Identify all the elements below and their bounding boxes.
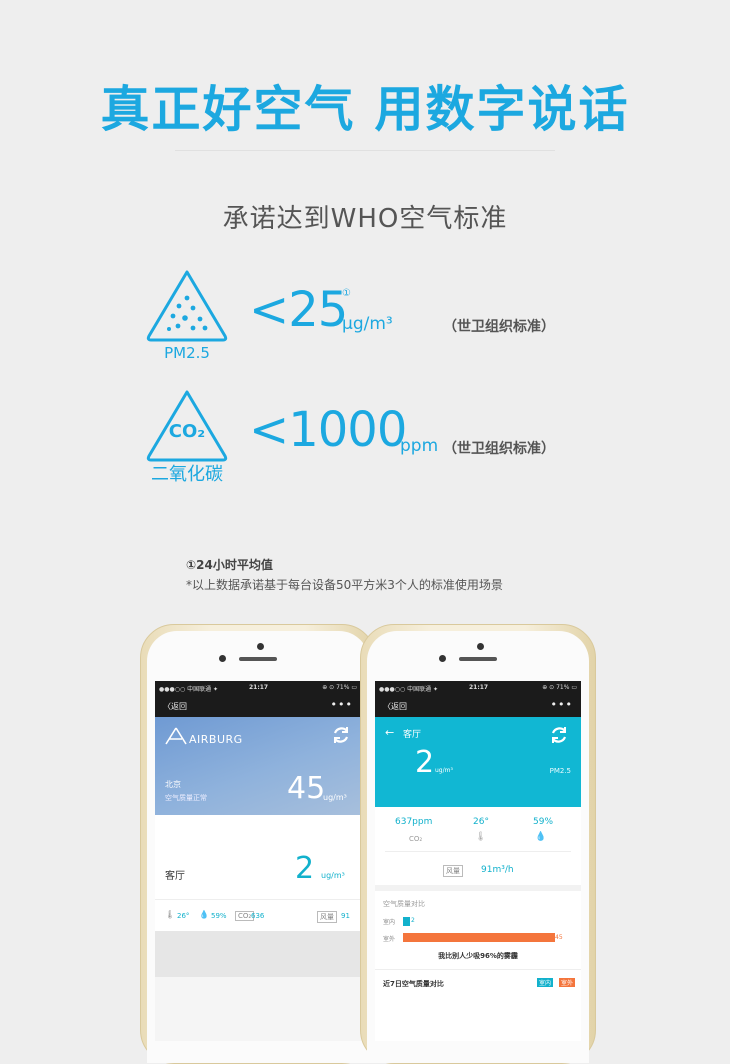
back-button[interactable]: 〈返回: [383, 701, 407, 712]
empty-panel: [155, 931, 361, 977]
thermometer-icon: 🌡: [475, 832, 487, 842]
page-subtitle: 承诺达到WHO空气标准: [222, 204, 508, 234]
wind-badge: 风量: [317, 911, 337, 923]
room-pm-value: 2: [295, 851, 315, 886]
outdoor-pm-value: 45: [287, 771, 326, 806]
week-tag-outdoor[interactable]: 室外: [559, 978, 576, 987]
refresh-icon[interactable]: [549, 725, 569, 745]
co2-caption: CO₂: [409, 835, 423, 843]
room-pm-unit: ug/m³: [435, 767, 453, 774]
front-camera: [477, 643, 484, 650]
pm25-unit: μg/m³: [342, 314, 393, 334]
week-tag-indoor[interactable]: 室内: [537, 978, 554, 987]
phone-left: ●●●○○ 中国联通 ✦ 21:17 ⊕ ⊙ 71% ▭ 〈返回 ••• AIR…: [140, 624, 376, 1064]
room-pm-unit: ug/m³: [321, 871, 345, 880]
pm25-note: （世卫组织标准）: [443, 319, 555, 335]
co2-reading: 637ppm: [395, 817, 433, 827]
back-button[interactable]: 〈返回: [163, 701, 187, 712]
wind-reading: 91m³/h: [481, 865, 514, 875]
outdoor-label: 室外: [383, 936, 396, 943]
sensor-dot: [219, 655, 226, 662]
room-hero: ← 客厅 2 ug/m³ PM2.5: [375, 717, 581, 807]
page-title: 真正好空气 用数字说话: [100, 81, 630, 138]
co2-standard-row: CO₂ 二氧化碳 <1000 ppm （世卫组织标准）: [145, 388, 605, 498]
city-status: 空气质量正常: [165, 794, 207, 802]
humidity-icon: 💧: [535, 832, 547, 842]
pm25-value: <25: [249, 282, 348, 338]
earpiece: [459, 657, 497, 661]
status-carrier: ●●●○○ 中国联通 ✦: [379, 686, 439, 693]
arrow-left-icon[interactable]: ←: [385, 726, 394, 739]
sensor-dot: [439, 655, 446, 662]
humidity-icon: 💧: [199, 910, 209, 919]
status-battery: ⊕ ⊙ 71% ▭: [542, 684, 577, 691]
pm25-triangle-icon: [146, 270, 228, 342]
temp-reading: 26°: [473, 817, 489, 827]
phone-right: ●●●○○ 中国联通 ✦ 21:17 ⊕ ⊙ 71% ▭ 〈返回 ••• ← 客…: [360, 624, 596, 1064]
divider: [385, 851, 571, 852]
room-name: 客厅: [165, 871, 185, 882]
outdoor-value: 45: [555, 934, 563, 941]
refresh-icon[interactable]: [331, 725, 351, 745]
divider: [375, 969, 581, 970]
room-card[interactable]: 客厅 2 ug/m³ 🌡 26° 💧 59% CO₂ 636 风量 91: [155, 815, 361, 931]
co2-label: 二氧化碳: [151, 464, 223, 485]
city-name: 北京: [165, 780, 181, 789]
compare-summary: 我比别人少吸96%的雾霾: [438, 952, 518, 960]
nav-bar: 〈返回 •••: [375, 695, 581, 717]
section-gap: [375, 885, 581, 891]
screen-right: ●●●○○ 中国联通 ✦ 21:17 ⊕ ⊙ 71% ▭ 〈返回 ••• ← 客…: [375, 681, 581, 1041]
co2-note: （世卫组织标准）: [443, 441, 555, 457]
pm25-label: PM2.5: [164, 344, 210, 362]
room-pm-value: 2: [415, 745, 435, 780]
more-menu-button[interactable]: •••: [331, 698, 353, 711]
footnote-average: ①24小时平均值: [186, 558, 273, 572]
detail-sheet: 637ppm 26° 59% CO₂ 🌡 💧 风量 91m³/h 空气质量对比 …: [375, 807, 581, 1041]
divider: [175, 150, 555, 151]
nav-bar: 〈返回 •••: [155, 695, 361, 717]
outdoor-bar: [403, 933, 555, 942]
airburg-logo-icon: [165, 727, 187, 745]
outdoor-pm-unit: ug/m³: [323, 793, 347, 802]
room-title: 客厅: [403, 730, 422, 740]
humidity-reading: 59%: [533, 817, 554, 827]
co2-unit: ppm: [400, 436, 439, 456]
room-humidity: 59%: [211, 912, 227, 920]
room-co2: 636: [251, 912, 265, 920]
indoor-value: 2: [411, 917, 415, 924]
status-time: 21:17: [469, 684, 489, 691]
brand-name: AIRBURG: [189, 733, 243, 746]
earpiece: [239, 657, 277, 661]
co2-icon-text: CO₂: [168, 421, 206, 442]
status-carrier: ●●●○○ 中国联通 ✦: [159, 686, 219, 693]
status-time: 21:17: [249, 684, 269, 691]
screen-left: ●●●○○ 中国联通 ✦ 21:17 ⊕ ⊙ 71% ▭ 〈返回 ••• AIR…: [155, 681, 361, 1041]
footnote-scenario: *以上数据承诺基于每台设备50平方米3个人的标准使用场景: [186, 578, 503, 592]
front-camera: [257, 643, 264, 650]
card-divider: [155, 899, 361, 900]
pm25-footnote-mark: ①: [342, 288, 351, 299]
room-wind: 91: [341, 912, 350, 920]
indoor-label: 室内: [383, 919, 396, 926]
pm25-standard-row: PM2.5 <25 ① μg/m³ （世卫组织标准）: [145, 268, 605, 378]
status-battery: ⊕ ⊙ 71% ▭: [322, 684, 357, 691]
compare-title: 空气质量对比: [383, 900, 425, 908]
thermometer-icon: 🌡: [165, 910, 176, 919]
wind-badge: 风量: [443, 865, 463, 877]
room-temp: 26°: [177, 912, 190, 920]
page: 真正好空气 用数字说话 承诺达到WHO空气标准 PM2.5 <25 ① μg/m…: [0, 0, 730, 1064]
status-bar: ●●●○○ 中国联通 ✦ 21:17 ⊕ ⊙ 71% ▭: [155, 681, 361, 695]
outdoor-hero: AIRBURG 北京 空气质量正常 45 ug/m³: [155, 717, 361, 815]
status-bar: ●●●○○ 中国联通 ✦ 21:17 ⊕ ⊙ 71% ▭: [375, 681, 581, 695]
more-menu-button[interactable]: •••: [551, 698, 573, 711]
co2-value: <1000: [249, 402, 407, 458]
metric-label: PM2.5: [549, 767, 571, 775]
indoor-bar: [403, 917, 410, 926]
week-compare-title: 近7日空气质量对比: [383, 980, 444, 988]
